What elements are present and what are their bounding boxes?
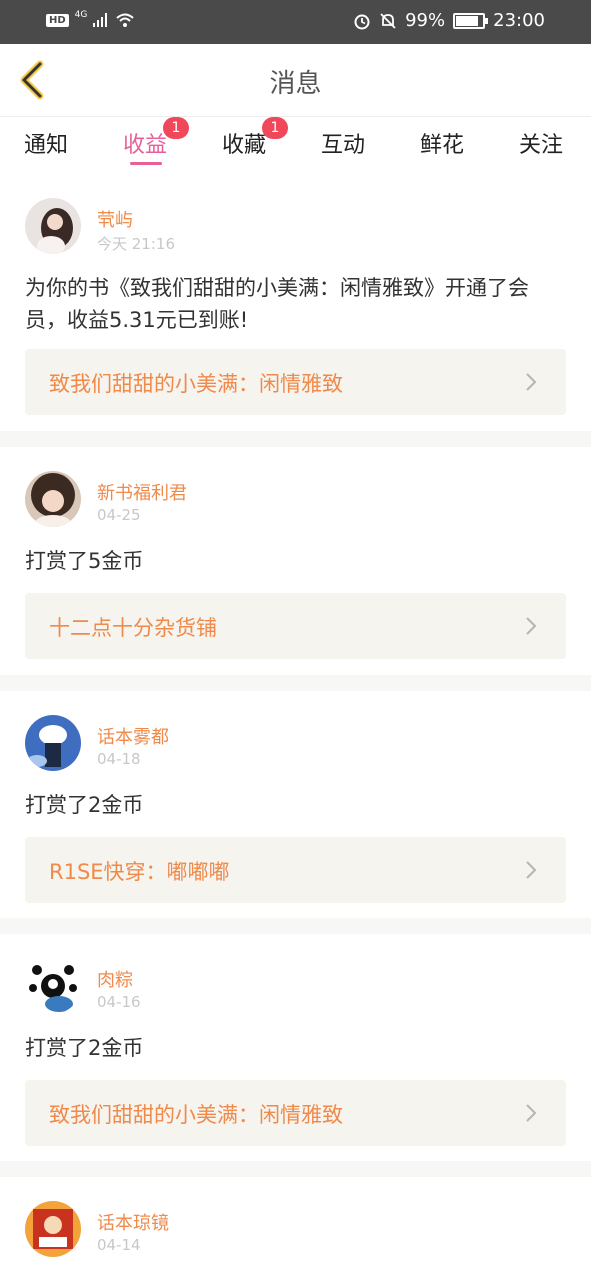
book-title: R1SE快穿：嘟嘟嘟 [49, 860, 230, 884]
chevron-right-icon [526, 617, 537, 635]
message-text: 打赏了2金币 [25, 1036, 144, 1060]
username[interactable]: 新书福利君 [97, 479, 187, 505]
book-title: 致我们甜甜的小美满：闲情雅致 [49, 372, 343, 396]
unread-badge: 1 [163, 117, 189, 139]
username[interactable]: 茕屿 [97, 206, 133, 232]
battery-icon [453, 12, 489, 29]
message-card: 新书福利君 04-25 打赏了5金币 十二点十分杂货铺 [0, 447, 591, 675]
active-tab-indicator [130, 162, 162, 165]
book-link[interactable]: 致我们甜甜的小美满：闲情雅致 [25, 349, 566, 415]
divider [0, 918, 591, 934]
divider [0, 675, 591, 691]
tab-label: 通知 [24, 133, 69, 158]
timestamp: 04-16 [97, 993, 141, 1011]
avatar[interactable] [25, 471, 81, 527]
message-text: 为你的书《致我们甜甜的小美满：闲情雅致》开通了会员，收益5.31元已到账! [25, 276, 529, 332]
message-text: 打赏了5金币 [25, 549, 144, 573]
username[interactable]: 话本琼镜 [97, 1209, 169, 1235]
chevron-right-icon [526, 1104, 537, 1122]
clock: 23:00 [493, 10, 545, 31]
page-title: 消息 [269, 69, 322, 99]
username[interactable]: 话本雾都 [97, 723, 169, 749]
book-link[interactable]: 十二点十分杂货铺 [25, 593, 566, 659]
tab-label: 收益 [123, 133, 168, 158]
chevron-right-icon [526, 861, 537, 879]
tab-favorites[interactable]: 收藏 1 [222, 117, 288, 159]
timestamp: 04-14 [97, 1236, 141, 1254]
timestamp: 04-25 [97, 506, 141, 524]
status-bar: HD 4G 99% 23:00 [0, 0, 591, 44]
tab-earnings[interactable]: 收益 1 [123, 117, 189, 159]
book-title: 十二点十分杂货铺 [49, 616, 217, 640]
alarm-icon [354, 14, 370, 29]
timestamp: 04-18 [97, 750, 141, 768]
signal-icon [93, 13, 108, 27]
book-link[interactable]: R1SE快穿：嘟嘟嘟 [25, 837, 566, 903]
message-card: 话本雾都 04-18 打赏了2金币 R1SE快穿：嘟嘟嘟 [0, 691, 591, 918]
message-card: 肉粽 04-16 打赏了2金币 致我们甜甜的小美满：闲情雅致 [0, 934, 591, 1161]
avatar[interactable] [25, 715, 81, 771]
message-card: 茕屿 今天 21:16 为你的书《致我们甜甜的小美满：闲情雅致》开通了会员，收益… [0, 174, 591, 431]
tab-label: 互动 [321, 133, 366, 158]
username[interactable]: 肉粽 [97, 966, 133, 992]
avatar[interactable] [25, 958, 81, 1014]
tab-flowers[interactable]: 鲜花 [420, 127, 464, 159]
avatar[interactable] [25, 198, 81, 254]
tab-interactions[interactable]: 互动 [321, 127, 365, 159]
timestamp: 今天 21:16 [97, 235, 175, 253]
top-bar: 消息 [0, 44, 591, 116]
book-link[interactable]: 致我们甜甜的小美满：闲情雅致 [25, 1080, 566, 1146]
chevron-right-icon [526, 373, 537, 391]
divider [0, 1161, 591, 1177]
tab-notifications[interactable]: 通知 [24, 127, 68, 159]
avatar[interactable] [25, 1201, 81, 1257]
tab-following[interactable]: 关注 [519, 127, 563, 159]
wifi-icon [116, 13, 135, 27]
battery-percent: 99% [405, 10, 446, 31]
message-card: 话本琼镜 04-14 [0, 1177, 591, 1280]
tab-label: 鲜花 [420, 133, 465, 158]
tab-label: 收藏 [222, 133, 267, 158]
hd-icon: HD [46, 13, 69, 27]
network-type: 4G [74, 9, 88, 20]
tab-bar: 通知 收益 1 收藏 1 互动 鲜花 关注 [0, 116, 591, 175]
unread-badge: 1 [262, 117, 288, 139]
tab-label: 关注 [519, 133, 564, 158]
divider [0, 431, 591, 447]
mute-bell-icon [380, 12, 396, 29]
book-title: 致我们甜甜的小美满：闲情雅致 [49, 1103, 343, 1127]
message-text: 打赏了2金币 [25, 793, 144, 817]
